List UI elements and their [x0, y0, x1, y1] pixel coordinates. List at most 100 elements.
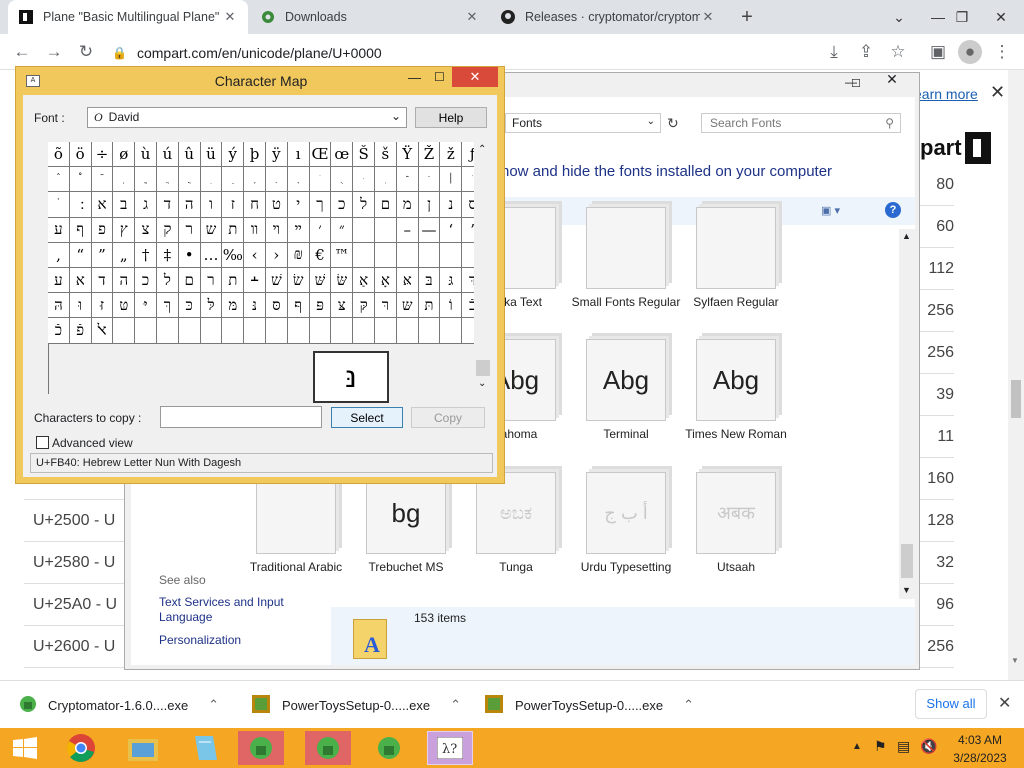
close-icon[interactable]: ✕	[700, 9, 716, 25]
character-cell[interactable]: כֿ	[48, 318, 70, 344]
character-cell[interactable]: כּ	[178, 293, 201, 319]
character-grid[interactable]: õö÷øùúûüýþÿıŒœŠšŸŽžƒˆ˚˜ְֱֲֳִֵֶַָֹֻּֽ־ֿ׀ׁ…	[48, 142, 484, 394]
character-cell[interactable]: ד	[157, 192, 179, 218]
character-cell[interactable]: ˚	[69, 167, 92, 193]
tab-compart[interactable]: Plane "Basic Multilingual Plane" ✕	[8, 0, 248, 34]
character-cell[interactable]: ﬧ	[200, 268, 223, 294]
character-cell[interactable]: ט	[266, 192, 288, 218]
character-cell[interactable]: ÷	[91, 142, 114, 168]
character-cell[interactable]: ה	[178, 192, 201, 218]
character-cell[interactable]: ”	[91, 242, 114, 268]
character-cell[interactable]: נּ	[244, 293, 266, 319]
chevron-up-icon[interactable]: ⌃	[683, 697, 694, 713]
character-cell[interactable]: צּ	[331, 293, 354, 319]
close-window-icon[interactable]: ✕	[452, 67, 498, 87]
character-cell[interactable]: תּ	[418, 293, 441, 319]
new-tab-button[interactable]: +	[736, 6, 758, 28]
clock-date[interactable]: 3/28/2023	[948, 751, 1012, 765]
character-cell[interactable]	[396, 318, 419, 344]
close-icon[interactable]: ✕	[990, 82, 1005, 103]
maximize-icon[interactable]: ☐	[434, 70, 445, 84]
character-cell[interactable]: פ	[91, 217, 114, 243]
character-cell[interactable]: אּ	[396, 268, 419, 294]
character-cell[interactable]: ף	[69, 217, 92, 243]
profile-avatar-icon[interactable]: ●	[958, 40, 982, 64]
character-cell[interactable]	[331, 318, 354, 344]
tab-github[interactable]: Releases · cryptomator/cryptoma ✕	[490, 0, 726, 34]
character-cell[interactable]: ₪	[287, 242, 310, 268]
character-cell[interactable]: ü	[200, 142, 223, 168]
character-cell[interactable]	[266, 318, 288, 344]
tab-downloads[interactable]: Downloads ✕	[250, 0, 490, 34]
character-cell[interactable]: ﬨ	[222, 268, 245, 294]
character-cell[interactable]	[375, 318, 397, 344]
character-cell[interactable]: פֿ	[69, 318, 92, 344]
character-cell[interactable]: –	[396, 217, 419, 243]
link-text-services[interactable]: Text Services and Input Language	[159, 595, 299, 625]
character-cell[interactable]: Š	[353, 142, 375, 168]
character-cell[interactable]: ם	[375, 192, 397, 218]
character-cell[interactable]	[157, 318, 179, 344]
font-tile[interactable]: ಅಬಕ Tunga	[461, 472, 571, 602]
character-cell[interactable]: ײ	[287, 217, 310, 243]
character-cell[interactable]: ףּ	[287, 293, 310, 319]
font-tile[interactable]: Small Fonts Regular	[571, 207, 681, 337]
install-icon[interactable]: ⤓	[822, 40, 846, 64]
character-cell[interactable]: װ	[244, 217, 266, 243]
character-cell[interactable]: ı	[287, 142, 310, 168]
close-icon[interactable]: ✕	[464, 9, 480, 25]
character-cell[interactable]: ֽ	[375, 167, 397, 193]
character-cell[interactable]: אַ	[353, 268, 375, 294]
fonts-address-field[interactable]: Fonts ⌄	[505, 113, 661, 133]
grid-scrollbar[interactable]: ⌃ ⌄	[474, 142, 492, 394]
character-cell[interactable]: ﬠ	[48, 268, 70, 294]
character-cell[interactable]: ﬣ	[113, 268, 136, 294]
character-cell[interactable]: ח	[244, 192, 266, 218]
character-cell[interactable]: זּ	[91, 293, 114, 319]
character-cell[interactable]	[309, 318, 332, 344]
character-cell[interactable]: ø	[113, 142, 136, 168]
character-cell[interactable]: בּ	[418, 268, 441, 294]
character-cell[interactable]: טּ	[113, 293, 136, 319]
character-cell[interactable]: ְ	[113, 167, 136, 193]
minimize-icon[interactable]: —	[408, 70, 421, 85]
help-icon[interactable]: ?	[885, 202, 901, 218]
character-cell[interactable]: קּ	[353, 293, 375, 319]
character-cell[interactable]: „	[113, 242, 136, 268]
star-icon[interactable]: ☆	[886, 40, 910, 64]
advanced-view-checkbox[interactable]	[36, 436, 49, 449]
character-cell[interactable]: ָ	[287, 167, 310, 193]
character-cell[interactable]: אָ	[375, 268, 397, 294]
select-button[interactable]: Select	[331, 407, 403, 428]
character-cell[interactable]: ־	[396, 167, 419, 193]
character-cell[interactable]: ﬦ	[178, 268, 201, 294]
character-cell[interactable]: י	[287, 192, 310, 218]
character-cell[interactable]: “	[69, 242, 92, 268]
character-cell[interactable]: וֹ	[440, 293, 463, 319]
font-tile[interactable]: Abg Terminal	[571, 339, 681, 469]
character-cell[interactable]: ִ	[200, 167, 223, 193]
character-cell[interactable]: Œ	[309, 142, 332, 168]
scrollbar-thumb[interactable]	[1011, 380, 1021, 418]
character-cell[interactable]: ב	[113, 192, 136, 218]
file-explorer-icon[interactable]	[120, 731, 166, 765]
chevron-up-icon[interactable]: ⌃	[208, 697, 219, 713]
character-cell[interactable]: הּ	[48, 293, 70, 319]
character-cell[interactable]: ״	[331, 217, 354, 243]
character-cell[interactable]: סּ	[266, 293, 288, 319]
character-cell[interactable]: ﬢ	[91, 268, 114, 294]
close-icon[interactable]: ✕	[222, 9, 238, 25]
character-cell[interactable]: ﬤ	[135, 268, 157, 294]
character-cell[interactable]: ›	[266, 242, 288, 268]
character-cell[interactable]	[178, 318, 201, 344]
character-cell[interactable]: ž	[440, 142, 463, 168]
character-cell[interactable]	[135, 318, 157, 344]
character-cell[interactable]: ן	[418, 192, 441, 218]
character-cell[interactable]: ﬥ	[157, 268, 179, 294]
character-map-taskbar-icon[interactable]: λ?	[427, 731, 473, 765]
download-item[interactable]: PowerToysSetup-0.....exe ⌃	[252, 681, 461, 729]
character-cell[interactable]	[353, 242, 375, 268]
reload-icon[interactable]: ↻	[74, 40, 98, 64]
sidebar-icon[interactable]: ▣	[926, 40, 950, 64]
character-cell[interactable]: €	[309, 242, 332, 268]
